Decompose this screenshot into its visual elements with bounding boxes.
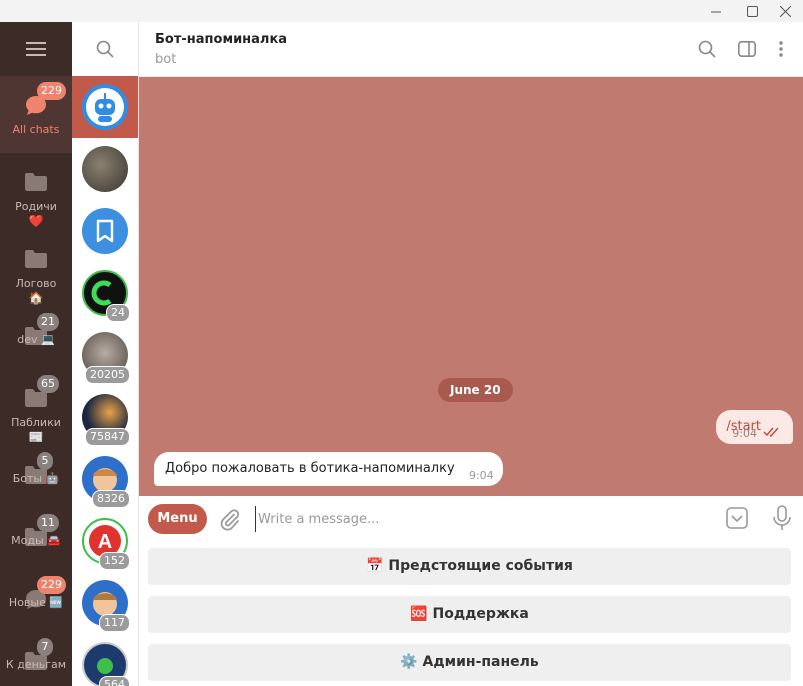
more-options-icon[interactable] [770, 38, 792, 60]
date-separator: June 20 [438, 378, 513, 402]
keyboard-button-upcoming-events[interactable]: 📅 Предстоящие события [148, 548, 791, 585]
keyboard-button-support[interactable]: 🆘 Поддержка [148, 596, 791, 633]
unread-count: 152 [99, 552, 130, 570]
chat-item[interactable]: 20205 [72, 324, 138, 386]
microphone-icon[interactable] [771, 505, 793, 531]
outgoing-message[interactable]: /start 9:04 [716, 410, 793, 444]
bot-keyboard-toggle-icon[interactable] [726, 507, 748, 529]
folder-label: Моды 🚘 [11, 534, 61, 547]
search-icon[interactable] [72, 22, 138, 76]
folder-icon [25, 173, 47, 191]
unread-count: 564 [99, 676, 130, 686]
maximize-icon[interactable] [734, 0, 770, 22]
heart-icon: ❤️ [28, 214, 44, 228]
unread-badge: 229 [37, 82, 66, 100]
attach-icon[interactable] [217, 507, 241, 531]
chat-item-saved-messages[interactable] [72, 200, 138, 262]
chat-list: 24 20205 75847 8326 A 152 117 564 [72, 22, 139, 686]
folder-label: Боты 🤖 [12, 472, 60, 485]
keyboard-button-admin-panel[interactable]: ⚙️ Админ-панель [148, 644, 791, 681]
unread-count: 20205 [85, 366, 130, 384]
unread-badge: 65 [37, 375, 59, 393]
folder-k-dengam[interactable]: 7 К деньгам [0, 632, 72, 686]
folder-icon [25, 250, 47, 268]
folder-label: Логово [15, 277, 57, 290]
folder-label: Новые 🆕 [8, 596, 64, 609]
folder-publics[interactable]: 65 Паблики 📰 [0, 369, 72, 446]
chat-item[interactable]: 75847 [72, 386, 138, 448]
unread-count: 117 [99, 614, 130, 632]
message-time: 9:04 [732, 427, 757, 440]
chat-item[interactable]: 8326 [72, 448, 138, 510]
bookmark-icon [82, 208, 128, 254]
people-photo-avatar [82, 146, 128, 192]
message-area: June 20 /start 9:04 Добро пожаловать в б… [139, 77, 803, 496]
folder-label: Родичи [15, 200, 57, 213]
unread-badge: 21 [37, 313, 59, 331]
chat-item[interactable]: 117 [72, 572, 138, 634]
chat-subtitle: bot [155, 52, 177, 67]
unread-count: 24 [106, 304, 130, 322]
folder-rodichi[interactable]: Родичи ❤️ [0, 153, 72, 230]
bot-menu-button[interactable]: Menu [148, 504, 207, 534]
folder-label: All chats [12, 123, 60, 136]
incoming-message[interactable]: Добро пожаловать в ботика-напоминалку 9:… [154, 452, 503, 486]
bot-avatar [82, 84, 128, 130]
chat-item[interactable]: A 152 [72, 510, 138, 572]
unread-badge: 11 [37, 514, 59, 532]
svg-text:A: A [98, 531, 112, 553]
unread-count: 8326 [92, 490, 130, 508]
unread-badge: 229 [37, 576, 66, 594]
newspaper-icon: 📰 [28, 430, 44, 444]
folder-label: К деньгам [5, 658, 67, 671]
chat-header: Бот-напоминалка bot [139, 22, 803, 77]
message-time: 9:04 [468, 469, 494, 482]
folder-logovo[interactable]: Логово 🏠 [0, 230, 72, 307]
minimize-icon[interactable] [698, 0, 734, 22]
close-icon[interactable] [767, 0, 803, 22]
unread-badge: 7 [37, 638, 53, 656]
folder-label: dev 💻 [17, 333, 55, 346]
folder-sidebar: 229 All chats Родичи ❤️ Логово 🏠 21 dev … [0, 22, 72, 686]
chat-item[interactable]: 564 [72, 634, 138, 686]
search-icon[interactable] [696, 38, 718, 60]
unread-count: 75847 [85, 428, 130, 446]
window-title-bar [0, 0, 803, 22]
chat-item-reminder-bot[interactable] [72, 76, 138, 138]
bot-reply-keyboard: 📅 Предстоящие события 🆘 Поддержка ⚙️ Адм… [139, 540, 803, 686]
sidebar-toggle-icon[interactable] [736, 38, 758, 60]
chat-title[interactable]: Бот-напоминалка [155, 32, 287, 47]
chat-item[interactable] [72, 138, 138, 200]
folder-all-chats[interactable]: 229 All chats [0, 76, 72, 153]
message-composer: Menu [139, 496, 803, 540]
folder-label: Паблики [11, 416, 61, 429]
message-input[interactable] [255, 506, 700, 532]
hamburger-menu-icon[interactable] [0, 22, 72, 76]
unread-badge: 5 [37, 452, 53, 470]
double-check-icon [763, 427, 779, 437]
message-text: Добро пожаловать в ботика-напоминалку [165, 461, 455, 476]
chat-item[interactable]: 24 [72, 262, 138, 324]
house-icon: 🏠 [28, 291, 44, 305]
